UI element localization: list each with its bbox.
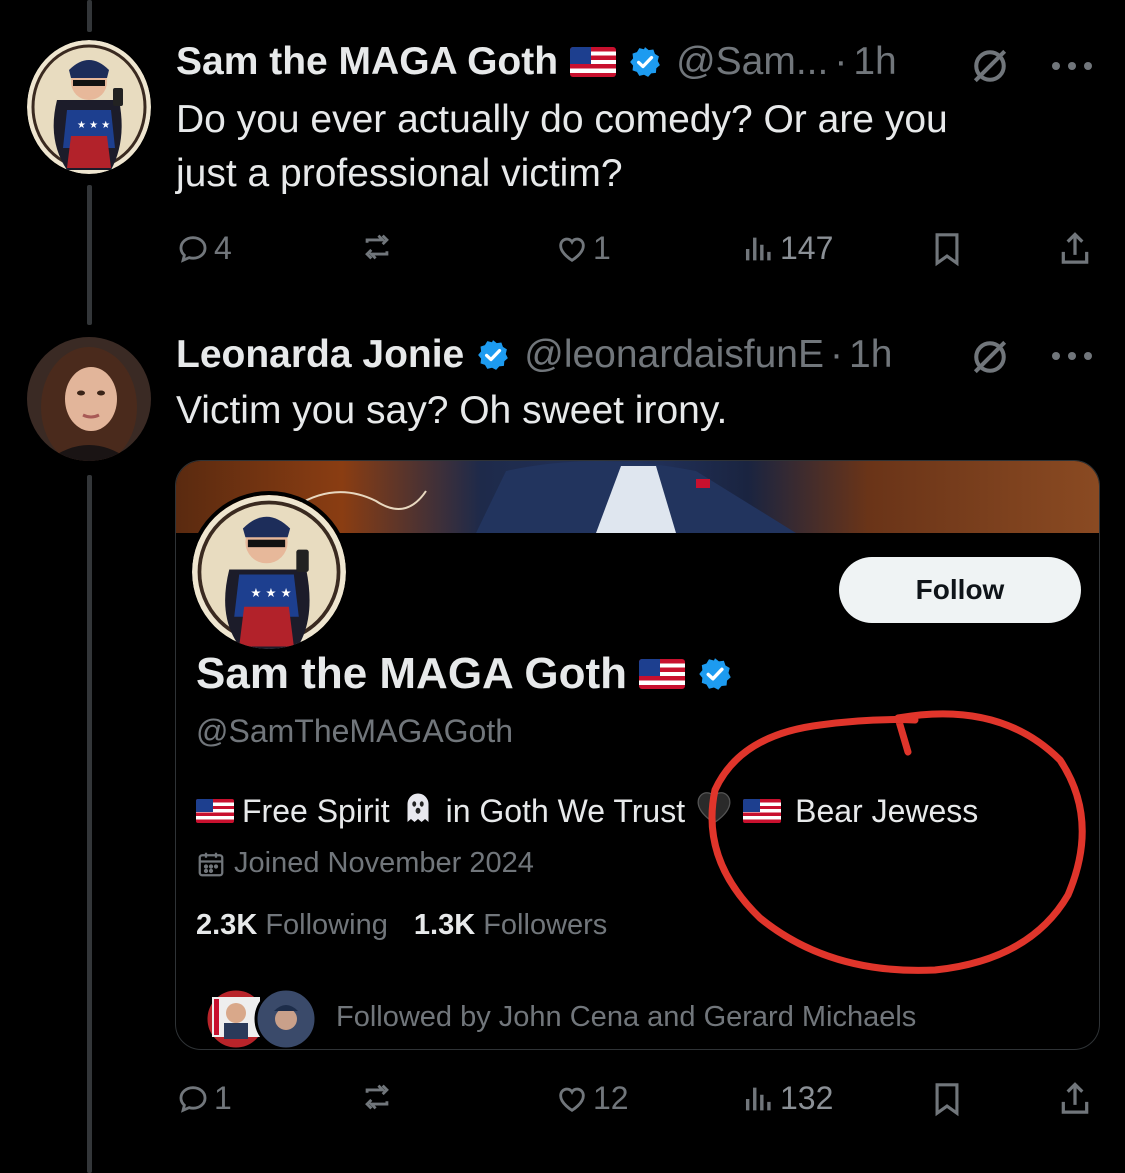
bio-part1: Free Spirit — [242, 792, 390, 829]
thread-line-mid — [87, 185, 92, 325]
views-count: 147 — [780, 230, 834, 266]
tweet1-text: Do you ever actually do comedy? Or are y… — [176, 93, 948, 201]
black-heart-emoji — [695, 789, 733, 833]
like-icon — [559, 1087, 585, 1112]
verified-icon — [478, 340, 509, 370]
thread-line-bottom — [87, 475, 92, 1173]
reply-button[interactable]: 4 — [176, 230, 232, 267]
profile-joined: Joined November 2024 — [196, 847, 534, 880]
followers-label: Followers — [483, 909, 608, 941]
grok-icon[interactable] — [968, 44, 1012, 93]
tweet2-text: Victim you say? Oh sweet irony. — [176, 389, 728, 432]
us-flag-emoji — [639, 659, 686, 689]
profile-avatar[interactable]: ★ ★ ★ — [188, 491, 350, 653]
reply-count: 4 — [214, 230, 232, 266]
tweet2-display-name[interactable]: Leonarda Jonie — [176, 333, 464, 377]
following-label: Following — [265, 909, 388, 941]
more-icon[interactable] — [1050, 56, 1094, 81]
like-button[interactable]: 1 — [555, 230, 611, 267]
tweet2-handle[interactable]: @leonardaisfunE — [524, 333, 824, 377]
bookmark-icon — [935, 1083, 959, 1117]
us-flag-emoji — [196, 799, 234, 823]
svg-text:★ ★ ★: ★ ★ ★ — [250, 585, 291, 600]
share-button[interactable] — [1057, 230, 1093, 273]
tweet2-avatar[interactable] — [27, 337, 151, 461]
tweet2-header: Leonarda Jonie @leonardaisfunE · 1h — [176, 333, 892, 377]
reply-count: 1 — [214, 1080, 232, 1116]
like-count: 12 — [593, 1080, 629, 1116]
views-icon — [745, 237, 771, 260]
us-flag-emoji — [743, 799, 782, 823]
reply-button[interactable]: 1 — [176, 1080, 232, 1117]
grok-icon[interactable] — [968, 335, 1012, 384]
views-count: 132 — [780, 1080, 834, 1116]
followers-count: 1.3K — [413, 909, 476, 941]
tweet1-avatar[interactable]: ★ ★ ★ — [27, 40, 151, 174]
followed-by-text[interactable]: Followed by John Cena and Gerard Michael… — [336, 1001, 916, 1034]
us-flag-emoji — [570, 47, 617, 77]
share-icon — [1061, 1082, 1089, 1114]
tweet1-header: Sam the MAGA Goth @Sam... · 1h — [176, 40, 897, 84]
separator-dot: · — [834, 40, 848, 83]
follow-button[interactable]: Follow — [839, 557, 1081, 623]
reply-icon — [179, 235, 207, 263]
following-count: 2.3K — [196, 909, 258, 941]
views-button[interactable]: 132 — [742, 1080, 833, 1117]
like-button[interactable]: 12 — [555, 1080, 629, 1117]
profile-bio: Free Spirit in Goth We Trust Bear Jewess — [196, 789, 978, 833]
bookmark-icon — [935, 233, 959, 267]
following-link[interactable]: 2.3K Following — [196, 909, 388, 941]
profile-handle[interactable]: @SamTheMAGAGoth — [196, 713, 513, 750]
tweet1-text-line2: just a professional victim? — [176, 152, 623, 195]
tweet1-display-name[interactable]: Sam the MAGA Goth — [176, 40, 558, 84]
followers-link[interactable]: 1.3K Followers — [414, 909, 607, 941]
joined-text: Joined November 2024 — [234, 847, 534, 879]
repost-icon — [365, 1084, 389, 1110]
reply-icon — [179, 1085, 207, 1113]
views-icon — [745, 1087, 771, 1110]
verified-icon — [630, 47, 660, 77]
tweet1-time[interactable]: 1h — [853, 40, 896, 84]
separator-dot: · — [830, 333, 844, 376]
profile-display-name-row: Sam the MAGA Goth — [196, 649, 733, 699]
repost-button[interactable] — [360, 1080, 394, 1114]
repost-button[interactable] — [360, 230, 394, 264]
tweet1-text-line1: Do you ever actually do comedy? Or are y… — [176, 98, 948, 141]
bookmark-button[interactable] — [930, 1080, 964, 1123]
views-button[interactable]: 147 — [742, 230, 833, 267]
profile-stats: 2.3K Following 1.3K Followers — [196, 909, 607, 942]
profile-display-name[interactable]: Sam the MAGA Goth — [196, 649, 627, 699]
like-count: 1 — [593, 230, 611, 266]
repost-icon — [365, 234, 389, 260]
quoted-profile-card[interactable]: ★ ★ ★ Follow Sam the MAGA Goth @SamTheMA… — [175, 460, 1100, 1050]
verified-icon — [699, 658, 731, 690]
tweet1-handle[interactable]: @Sam... — [676, 40, 828, 84]
bookmark-button[interactable] — [930, 230, 964, 273]
ghost-emoji — [400, 789, 436, 833]
like-icon — [559, 237, 585, 262]
calendar-icon — [198, 852, 224, 876]
followed-by-avatars — [200, 987, 320, 1049]
share-button[interactable] — [1057, 1080, 1093, 1123]
share-icon — [1061, 232, 1089, 264]
thread-line-top — [87, 0, 92, 32]
tweet2-time[interactable]: 1h — [849, 333, 892, 377]
svg-text:★ ★ ★: ★ ★ ★ — [77, 120, 110, 131]
bio-part2: in Goth We Trust — [445, 792, 686, 829]
bio-part3: Bear Jewess — [795, 792, 979, 829]
more-icon[interactable] — [1050, 346, 1094, 371]
